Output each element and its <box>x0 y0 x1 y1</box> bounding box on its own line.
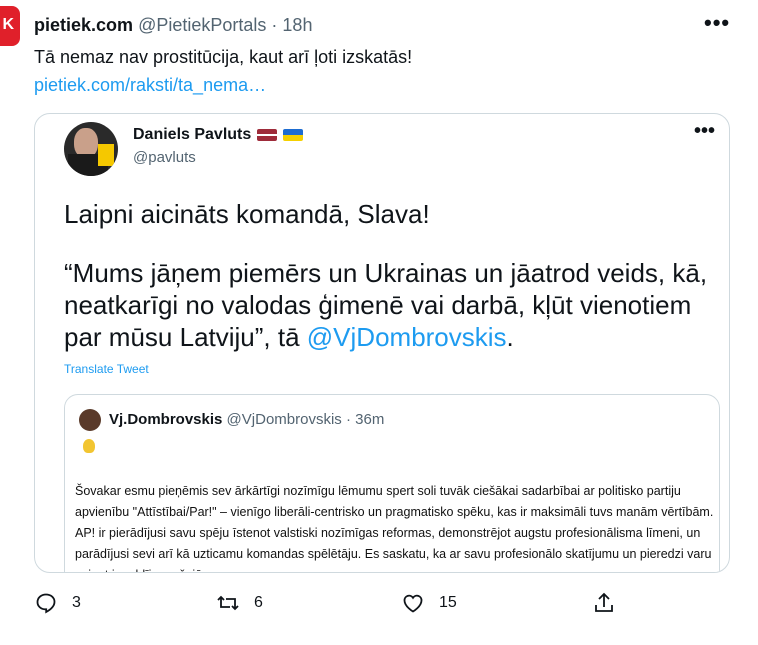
tweet-header: pietiek.com @PietiekPortals · 18h <box>34 14 312 36</box>
translate-tweet-link: Translate Tweet <box>64 362 149 376</box>
retweet-icon <box>217 595 239 611</box>
quoted-time: 36m <box>355 411 385 428</box>
quoted-author-avatar <box>79 409 101 431</box>
quoted-tweet: Vj.Dombrovskis @VjDombrovskis · 36m Šova… <box>64 394 720 572</box>
share-button[interactable] <box>592 591 616 615</box>
heart-icon <box>403 594 423 613</box>
tweet-text: Tā nemaz nav prostitūcija, kaut arī ļoti… <box>34 47 413 67</box>
like-count: 15 <box>439 594 457 611</box>
embedded-author-line: Daniels Pavluts <box>133 126 304 144</box>
author-name[interactable]: pietiek.com <box>34 15 133 35</box>
tweet-link[interactable]: pietiek.com/raksti/ta_nema… <box>34 75 266 96</box>
author-avatar[interactable]: K <box>0 6 20 46</box>
embedded-paragraph-2-end: . <box>506 322 514 352</box>
embedded-more-icon: ••• <box>693 120 715 142</box>
quoted-text: Šovakar esmu pieņēmis sev ārkārtīgi nozī… <box>75 484 714 572</box>
reply-button[interactable]: 3 <box>34 591 81 615</box>
ukraine-flag-icon <box>283 128 304 141</box>
embedded-mention: @VjDombrovskis <box>306 322 507 352</box>
more-options-icon[interactable]: ••• <box>704 10 730 36</box>
retweet-count: 6 <box>254 594 263 611</box>
retweet-button[interactable]: 6 <box>216 591 263 615</box>
embedded-paragraph-2: “Mums jāņem piemērs un Ukrainas un jāatr… <box>64 257 714 353</box>
embedded-author-name: Daniels Pavluts <box>133 126 252 143</box>
tweet-time[interactable]: 18h <box>282 15 312 35</box>
quoted-author-line: Vj.Dombrovskis @VjDombrovskis · 36m <box>109 411 384 428</box>
quoted-author-name: Vj.Dombrovskis <box>109 411 223 428</box>
reply-count: 3 <box>72 594 81 611</box>
action-bar: 3 6 15 <box>0 591 758 617</box>
quoted-separator: · <box>345 411 351 428</box>
embedded-paragraph-1: Laipni aicināts komandā, Slava! <box>64 199 430 229</box>
author-handle[interactable]: @PietiekPortals <box>138 15 266 35</box>
like-button[interactable]: 15 <box>401 591 457 615</box>
reply-icon <box>36 593 56 614</box>
quoted-author-handle: @VjDombrovskis <box>226 411 342 428</box>
pointing-down-emoji-icon <box>83 439 95 453</box>
embedded-author-handle: @pavluts <box>133 149 196 166</box>
share-icon <box>595 592 613 612</box>
embedded-author-avatar <box>64 122 118 176</box>
avatar-letter: K <box>2 16 14 33</box>
meta-separator: · <box>271 15 278 35</box>
embedded-screenshot[interactable]: Daniels Pavluts @pavluts ••• Laipni aici… <box>34 113 730 573</box>
latvia-flag-icon <box>257 128 278 141</box>
